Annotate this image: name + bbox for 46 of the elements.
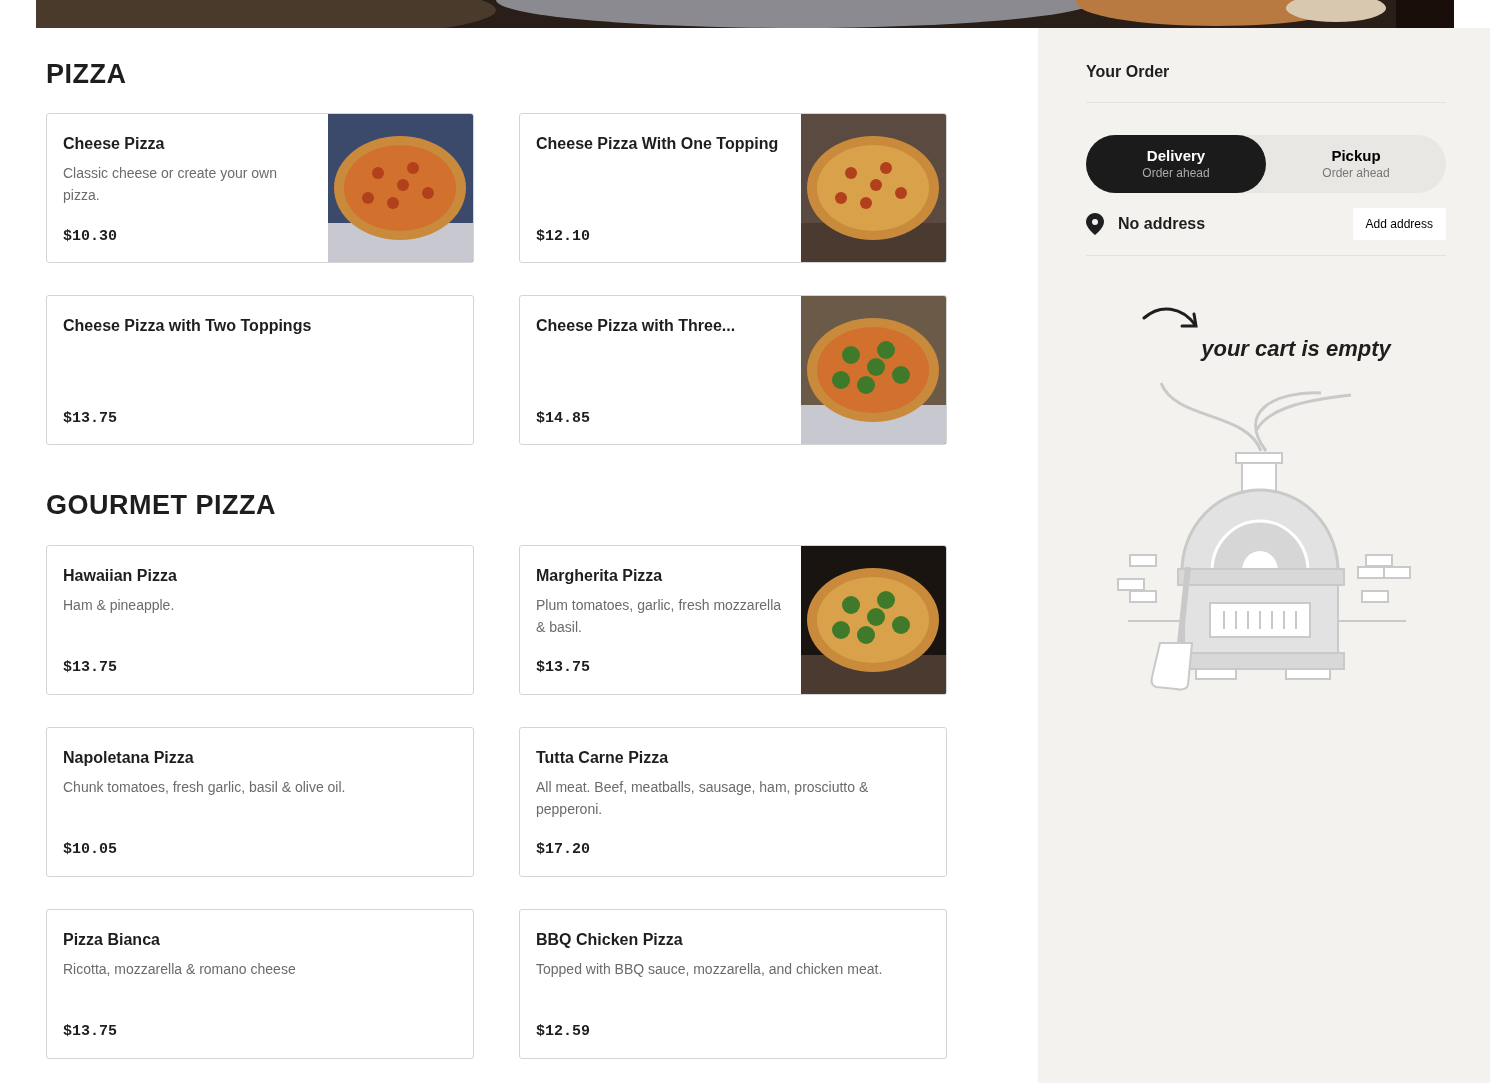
item-name: Napoletana Pizza xyxy=(63,747,195,768)
address-text: No address xyxy=(1118,214,1207,234)
item-price: $10.05 xyxy=(63,840,118,861)
item-name: Cheese Pizza With One Topping xyxy=(536,134,780,155)
section-title: GOURMET PIZZA xyxy=(46,489,277,522)
item-name: Pizza Bianca xyxy=(63,929,161,950)
menu-item-card[interactable]: Hawaiian Pizza Ham & pineapple. $13.75 xyxy=(46,544,474,695)
item-description: All meat. Beef, meatballs, sausage, ham, prosciutto & pepperoni. xyxy=(536,777,870,819)
item-price: $13.75 xyxy=(63,1022,118,1043)
item-description: Chunk tomatoes, fresh garlic, basil & olive oil. xyxy=(63,777,347,797)
item-name: Cheese Pizza with Three... xyxy=(536,316,737,337)
menu-item-card[interactable]: Margherita Pizza Plum tomatoes, garlic, fresh mozzarella & basil. $13.75 xyxy=(519,544,947,695)
menu-item-card[interactable]: Tutta Carne Pizza All meat. Beef, meatballs, sausage, ham, prosciutto & pepperoni. $17.20 xyxy=(519,726,947,877)
item-price: $13.75 xyxy=(536,658,591,679)
section-title: PIZZA xyxy=(46,58,128,91)
item-price: $13.75 xyxy=(63,658,118,679)
item-name: BBQ Chicken Pizza xyxy=(536,929,684,950)
item-description: Topped with BBQ sauce, mozzarella, and chicken meat. xyxy=(536,959,884,979)
item-price: $12.10 xyxy=(536,226,591,247)
item-price: $13.75 xyxy=(63,408,118,429)
item-name: Tutta Carne Pizza xyxy=(536,747,670,768)
empty-cart-message: your cart is empty xyxy=(1201,335,1391,363)
item-description: Classic cheese or create your own pizza. xyxy=(63,164,278,206)
menu-item-card[interactable]: Pizza Bianca Ricotta, mozzarella & romano cheese $13.75 xyxy=(46,908,474,1059)
item-price: $17.20 xyxy=(536,840,591,861)
item-price: $14.85 xyxy=(536,408,591,429)
item-description: Ricotta, mozzarella & romano cheese xyxy=(63,959,297,979)
item-name: Cheese Pizza xyxy=(63,134,166,155)
item-name: Hawaiian Pizza xyxy=(63,565,178,586)
menu-item-card[interactable]: Cheese Pizza Classic cheese or create your own pizza. $10.30 xyxy=(46,113,474,264)
item-name: Margherita Pizza xyxy=(536,565,664,586)
item-price: $12.59 xyxy=(536,1022,591,1043)
location-pin-icon xyxy=(1086,213,1104,235)
mode-option[interactable]: Pickup Order ahead xyxy=(1266,135,1446,193)
item-description: Plum tomatoes, garlic, fresh mozzarella & basil. xyxy=(536,595,783,637)
menu-item-card[interactable]: Cheese Pizza with Three... $14.85 xyxy=(519,295,947,446)
menu-item-card[interactable]: Napoletana Pizza Chunk tomatoes, fresh garlic, basil & olive oil. $10.05 xyxy=(46,726,474,877)
item-description: Ham & pineapple. xyxy=(63,595,176,615)
add-address-button[interactable]: Add address xyxy=(1352,208,1446,240)
menu-item-card[interactable]: BBQ Chicken Pizza Topped with BBQ sauce, mozzarella, and chicken meat. $12.59 xyxy=(519,908,947,1059)
item-price: $10.30 xyxy=(63,226,118,247)
order-title: Your Order xyxy=(1086,60,1446,103)
item-name: Cheese Pizza with Two Toppings xyxy=(63,316,313,337)
menu-item-card[interactable]: Cheese Pizza with Two Toppings $13.75 xyxy=(46,295,474,446)
mode-option[interactable]: Delivery Order ahead xyxy=(1086,135,1266,193)
menu-item-card[interactable]: Cheese Pizza With One Topping $12.10 xyxy=(519,113,947,264)
